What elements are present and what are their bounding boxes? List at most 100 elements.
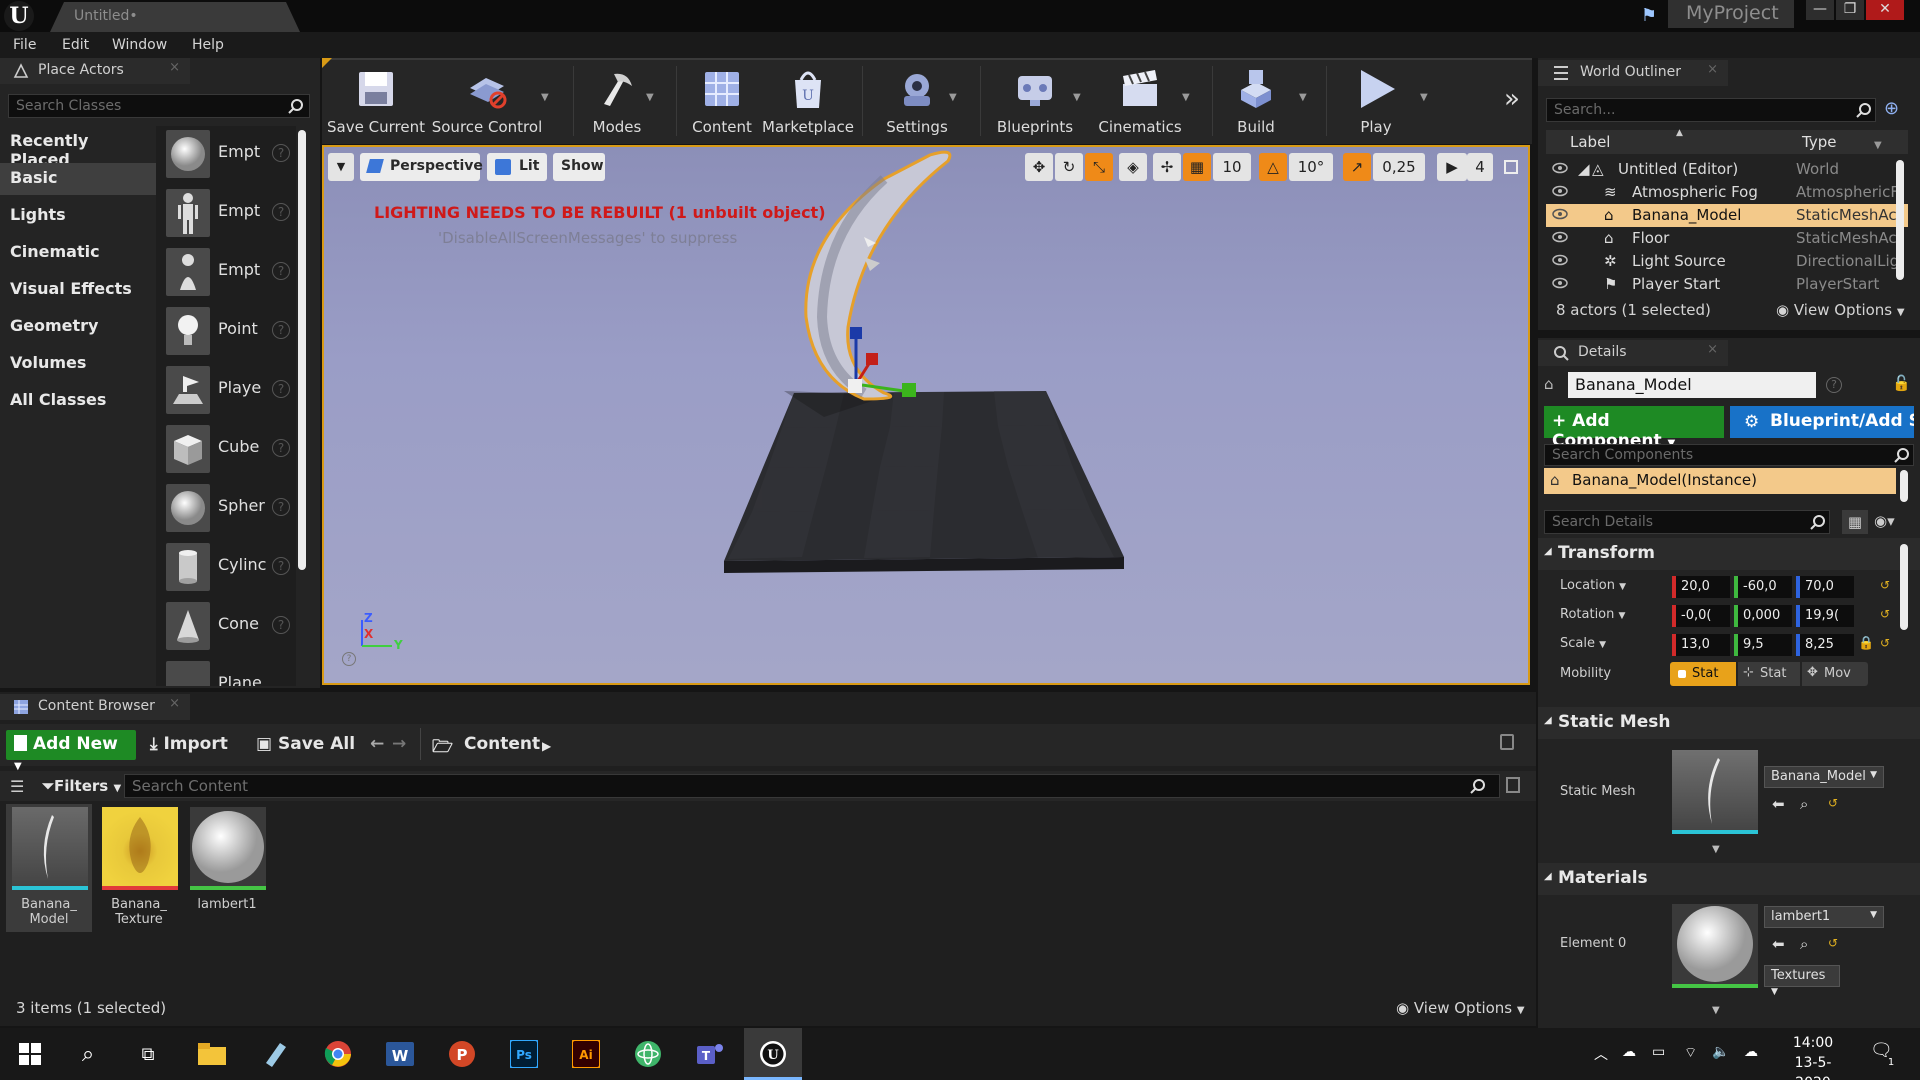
scale-gizmo-icon[interactable]: ⤡ xyxy=(1085,153,1113,181)
reset-to-default-icon[interactable]: ↺ xyxy=(1880,607,1890,621)
blueprints-button[interactable]: Blueprints xyxy=(988,62,1082,140)
lock-icon[interactable]: 🔓 xyxy=(1892,374,1911,392)
grid-snap-value[interactable]: 10 xyxy=(1213,153,1251,181)
help-icon[interactable]: ? xyxy=(272,557,290,575)
cloud-sync-icon[interactable]: ☁ xyxy=(1744,1044,1758,1060)
search-icon[interactable] xyxy=(1470,778,1486,794)
rotation-y-field[interactable]: 0,000 xyxy=(1734,605,1792,627)
grid-snap-icon[interactable]: ▦ xyxy=(1183,153,1211,181)
modes-button[interactable]: Modes xyxy=(580,62,654,140)
play-dropdown-icon[interactable]: ▼ xyxy=(1420,92,1430,103)
components-scrollbar[interactable] xyxy=(1900,470,1908,502)
component-instance-row[interactable]: ⌂ Banana_Model(Instance) xyxy=(1544,468,1896,494)
settings-dropdown-icon[interactable]: ▼ xyxy=(949,92,959,103)
source-control-dropdown-icon[interactable]: ▼ xyxy=(541,92,551,103)
actor-item-empty-character[interactable]: Empt ? xyxy=(160,187,298,242)
tree-arrow-icon[interactable]: ◢ xyxy=(1578,160,1590,178)
close-tab-icon[interactable]: × xyxy=(169,60,180,75)
cinematics-dropdown-icon[interactable]: ▼ xyxy=(1182,92,1192,103)
illustrator-icon[interactable]: Ai xyxy=(566,1034,606,1074)
blueprint-add-script-button[interactable]: ⚙ Blueprint/Add S xyxy=(1730,406,1914,438)
browse-search-icon[interactable]: ⌕ xyxy=(1800,935,1808,953)
notes-app-icon[interactable] xyxy=(255,1034,295,1074)
actor-item-empty-pawn[interactable]: Empt ? xyxy=(160,246,298,301)
outliner-search-input[interactable]: Search... xyxy=(1546,98,1876,122)
category-recently-placed[interactable]: Recently Placed xyxy=(0,126,156,169)
location-label[interactable]: Location ▼ xyxy=(1560,578,1626,593)
close-tab-icon[interactable]: × xyxy=(1707,342,1718,357)
source-control-button[interactable]: Source Control xyxy=(430,62,544,140)
search-icon[interactable] xyxy=(1894,447,1910,463)
task-view-icon[interactable]: ⧉ xyxy=(128,1034,168,1074)
tab-world-outliner[interactable]: World Outliner × xyxy=(1538,60,1728,86)
category-basic[interactable]: Basic xyxy=(0,163,156,195)
material-thumbnail[interactable] xyxy=(1672,904,1758,988)
close-tab-icon[interactable]: × xyxy=(1707,62,1718,77)
search-icon[interactable]: ⌕ xyxy=(68,1034,108,1074)
actor-item-cone[interactable]: Cone ? xyxy=(160,600,298,655)
menu-help[interactable]: Help xyxy=(192,37,224,53)
chevron-down-icon[interactable]: ▼ xyxy=(1874,140,1882,151)
import-button[interactable]: ⤓ Import xyxy=(150,734,228,754)
file-explorer-icon[interactable] xyxy=(192,1034,232,1074)
eye-icon[interactable] xyxy=(1552,277,1568,289)
close-tab-icon[interactable]: × xyxy=(169,696,180,711)
help-icon[interactable]: ? xyxy=(272,380,290,398)
viewport-options-dropdown-icon[interactable]: ▼ xyxy=(328,153,354,181)
static-mesh-picker[interactable]: Banana_Model ▼ xyxy=(1764,766,1884,788)
search-icon[interactable] xyxy=(1856,102,1872,118)
category-geometry[interactable]: Geometry xyxy=(0,311,156,343)
taskbar-clock[interactable]: 14:00 13-5-2020 xyxy=(1778,1033,1848,1080)
scale-snap-icon[interactable]: ↗ xyxy=(1343,153,1371,181)
actor-list-scrollbar[interactable] xyxy=(298,130,306,570)
search-classes-input[interactable]: Search Classes xyxy=(8,94,310,118)
play-button[interactable]: Play xyxy=(1334,62,1418,140)
menu-edit[interactable]: Edit xyxy=(62,37,89,53)
help-icon[interactable]: ? xyxy=(1826,377,1842,393)
menu-window[interactable]: Window xyxy=(112,37,167,53)
content-button[interactable]: Content xyxy=(682,62,762,140)
rotation-z-field[interactable]: 19,9( xyxy=(1796,605,1854,627)
eye-icon[interactable] xyxy=(1552,162,1568,174)
toolbar-overflow-icon[interactable]: » xyxy=(1504,84,1520,114)
volume-icon[interactable]: 🔈 xyxy=(1712,1044,1729,1060)
search-details-input[interactable]: Search Details xyxy=(1544,510,1830,534)
static-mesh-thumbnail[interactable] xyxy=(1672,750,1758,834)
unreal-logo-icon[interactable]: U xyxy=(4,1,34,31)
asset-lambert1[interactable]: lambert1 xyxy=(184,804,270,932)
outliner-row-atmospheric-fog[interactable]: ≋ Atmospheric Fog AtmosphericF xyxy=(1546,181,1908,204)
actor-item-cylinder[interactable]: Cylinc ? xyxy=(160,541,298,596)
actor-name-input[interactable]: Banana_Model xyxy=(1568,372,1816,398)
tab-details[interactable]: Details × xyxy=(1538,340,1728,366)
reset-to-default-icon[interactable]: ↺ xyxy=(1828,936,1838,950)
search-icon[interactable] xyxy=(1810,514,1826,530)
eye-icon[interactable] xyxy=(1552,208,1568,220)
search-icon[interactable] xyxy=(288,98,304,114)
reset-to-default-icon[interactable]: ↺ xyxy=(1880,578,1890,592)
reset-to-default-icon[interactable]: ↺ xyxy=(1880,636,1890,650)
lock-scale-icon[interactable]: 🔒 xyxy=(1858,636,1874,651)
rotate-gizmo-icon[interactable]: ↻ xyxy=(1055,153,1083,181)
modes-dropdown-icon[interactable]: ▼ xyxy=(646,92,656,103)
expand-arrow-icon[interactable]: ▼ xyxy=(1712,844,1720,855)
help-icon[interactable]: ? xyxy=(272,262,290,280)
actor-item-plane[interactable]: Plane xyxy=(160,659,298,686)
build-button[interactable]: Build xyxy=(1218,62,1294,140)
powerpoint-icon[interactable]: P xyxy=(442,1034,482,1074)
camera-speed-icon[interactable]: ▶ xyxy=(1437,153,1467,181)
column-type[interactable]: Type xyxy=(1802,133,1836,151)
location-x-field[interactable]: 20,0 xyxy=(1672,576,1730,598)
scale-snap-value[interactable]: 0,25 xyxy=(1373,153,1425,181)
history-back-icon[interactable]: ← xyxy=(370,734,384,754)
save-current-button[interactable]: Save Current xyxy=(326,62,426,140)
help-icon[interactable]: ? xyxy=(272,616,290,634)
onedrive-icon[interactable]: ☁ xyxy=(1622,1044,1636,1060)
minimize-button[interactable]: — xyxy=(1806,0,1834,20)
location-z-field[interactable]: 70,0 xyxy=(1796,576,1854,598)
use-selected-arrow-icon[interactable]: ⬅ xyxy=(1772,935,1785,953)
search-content-input[interactable]: Search Content xyxy=(124,774,1500,798)
marketplace-button[interactable]: U Marketplace xyxy=(762,62,854,140)
actor-item-point-light[interactable]: Point ? xyxy=(160,305,298,360)
unreal-engine-icon[interactable]: U xyxy=(753,1034,793,1074)
outliner-view-options-button[interactable]: ◉ View Options ▼ xyxy=(1776,301,1905,319)
